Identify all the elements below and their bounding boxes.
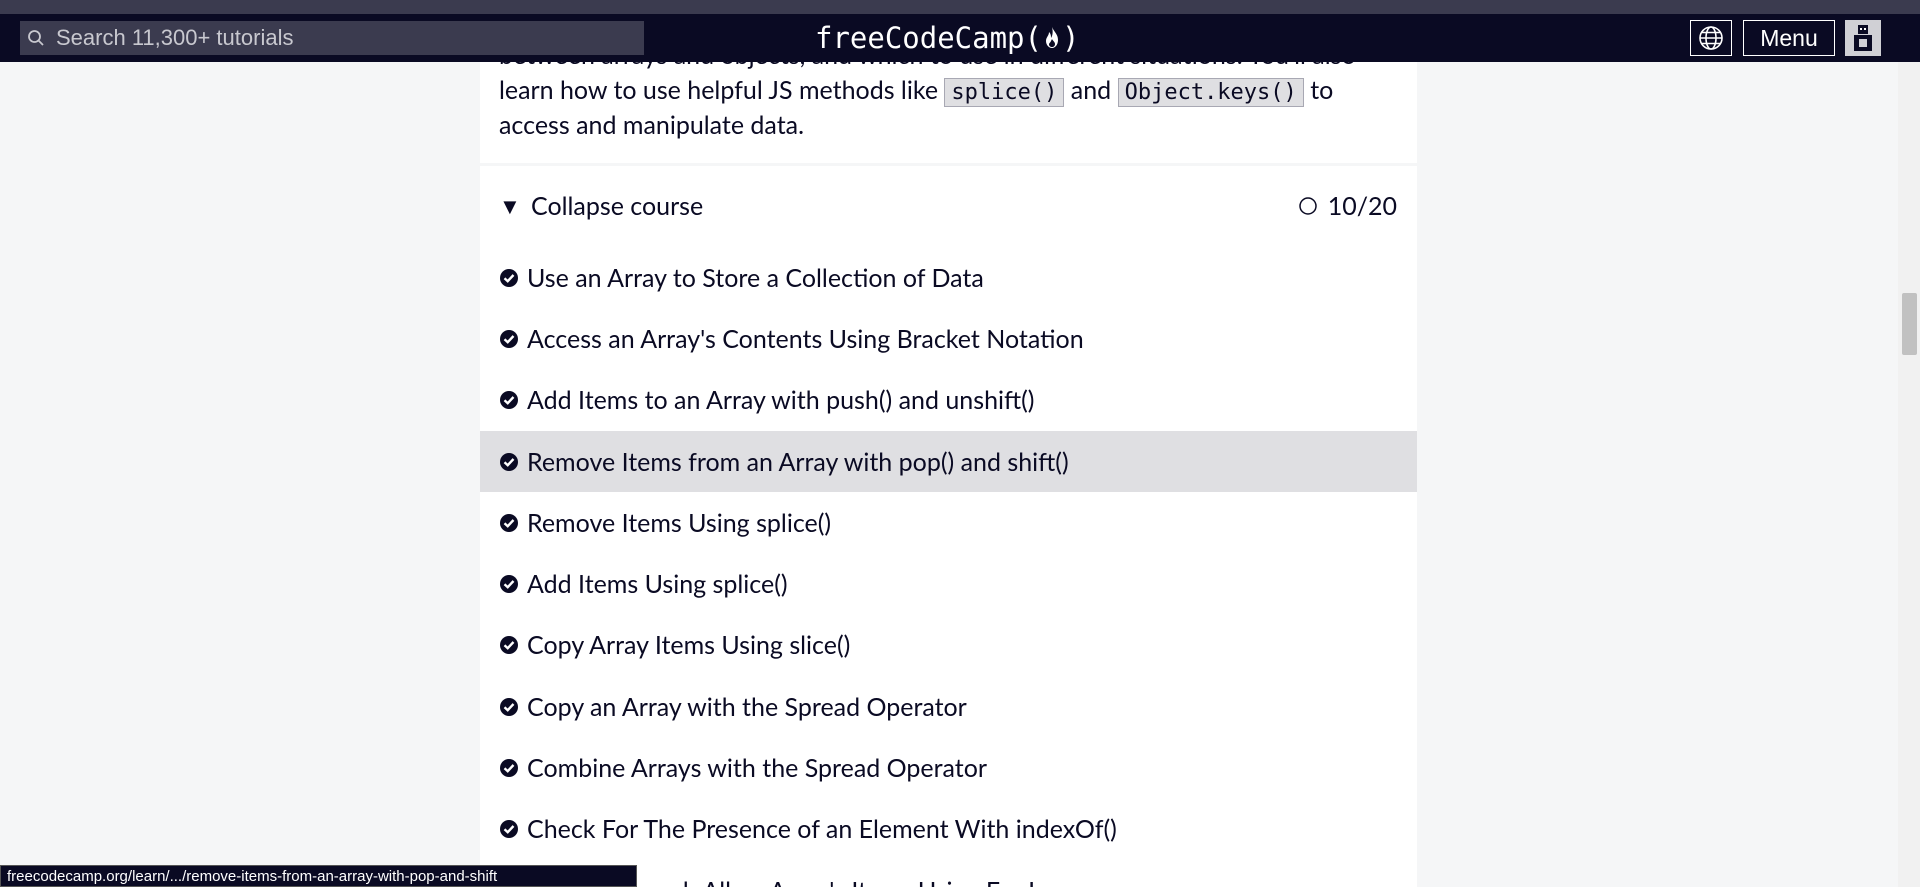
user-avatar-icon	[1854, 25, 1872, 51]
check-circle-icon	[500, 268, 518, 287]
check-circle-icon	[500, 513, 518, 532]
intro-line-3: access and manipulate data.	[499, 110, 804, 140]
lesson-item-active[interactable]: Remove Items from an Array with pop() an…	[480, 430, 1417, 493]
lesson-label: Add Items Using splice()	[527, 569, 788, 600]
lesson-label: Add Items to an Array with push() and un…	[527, 385, 1035, 416]
avatar[interactable]	[1845, 20, 1881, 56]
lesson-label: Use an Array to Store a Collection of Da…	[527, 262, 984, 293]
progress-count: 10/20	[1327, 191, 1397, 221]
circle-icon	[1298, 197, 1317, 215]
lesson-label: Combine Arrays with the Spread Operator	[527, 753, 987, 784]
lesson-list: Use an Array to Store a Collection of Da…	[480, 247, 1417, 887]
scrollbar-thumb[interactable]	[1902, 293, 1917, 355]
lesson-label: Copy Array Items Using slice()	[527, 630, 851, 661]
code-splice: splice()	[944, 78, 1065, 107]
collapse-course-toggle[interactable]: ▼ Collapse course 10/20	[480, 181, 1417, 231]
link-status-bar: freecodecamp.org/learn/.../remove-items-…	[0, 865, 637, 887]
lesson-item[interactable]: Check For The Presence of an Element Wit…	[480, 799, 1417, 860]
lesson-item[interactable]: Access an Array's Contents Using Bracket…	[480, 308, 1417, 369]
lesson-item[interactable]: Combine Arrays with the Spread Operator	[480, 737, 1417, 798]
freecodecamp-logo[interactable]: freeCodeCamp( )	[815, 18, 1079, 58]
check-circle-icon	[500, 636, 518, 655]
globe-icon	[1699, 26, 1723, 50]
language-button[interactable]	[1690, 20, 1732, 56]
lesson-item[interactable]: Use an Array to Store a Collection of Da…	[480, 247, 1417, 308]
scrollbar-track[interactable]	[1898, 62, 1920, 887]
lesson-item[interactable]: Copy Array Items Using slice()	[480, 615, 1417, 676]
brand-text-right: )	[1061, 21, 1080, 55]
check-circle-icon	[500, 329, 518, 348]
top-navbar: freeCodeCamp( ) Menu	[0, 14, 1920, 62]
check-circle-icon	[500, 452, 518, 471]
menu-button[interactable]: Menu	[1743, 20, 1835, 56]
intro-line-2-mid: and	[1070, 75, 1112, 105]
triangle-down-icon: ▼	[499, 192, 521, 219]
lesson-item[interactable]: Add Items to an Array with push() and un…	[480, 370, 1417, 431]
collapse-course-label: Collapse course	[531, 191, 704, 221]
check-circle-icon	[500, 759, 518, 778]
search-box[interactable]	[20, 21, 644, 55]
check-circle-icon	[500, 575, 518, 594]
flame-icon	[1045, 27, 1058, 48]
check-circle-icon	[500, 820, 518, 839]
search-input[interactable]	[56, 25, 636, 51]
lesson-label: Remove Items Using splice()	[527, 507, 832, 538]
lesson-label: Check For The Presence of an Element Wit…	[527, 814, 1117, 845]
lesson-item[interactable]: Remove Items Using splice()	[480, 492, 1417, 553]
lesson-label: Remove Items from an Array with pop() an…	[527, 446, 1069, 477]
lesson-item[interactable]: Copy an Array with the Spread Operator	[480, 676, 1417, 737]
lesson-item[interactable]: Add Items Using splice()	[480, 553, 1417, 614]
brand-text-left: freeCodeCamp(	[815, 21, 1042, 55]
check-circle-icon	[500, 391, 518, 410]
code-object-keys: Object.keys()	[1117, 78, 1304, 107]
intro-line-2: learn how to use helpful JS methods like…	[499, 73, 1399, 108]
top-strip	[0, 0, 1920, 14]
intro-line-2-post: to	[1310, 75, 1334, 105]
lesson-label: Copy an Array with the Spread Operator	[527, 691, 967, 722]
intro-line-2-pre: learn how to use helpful JS methods like	[499, 75, 939, 105]
search-icon	[26, 28, 46, 48]
lesson-label: Access an Array's Contents Using Bracket…	[527, 323, 1084, 354]
divider	[480, 163, 1417, 166]
course-progress: 10/20	[1298, 181, 1397, 231]
check-circle-icon	[500, 697, 518, 716]
